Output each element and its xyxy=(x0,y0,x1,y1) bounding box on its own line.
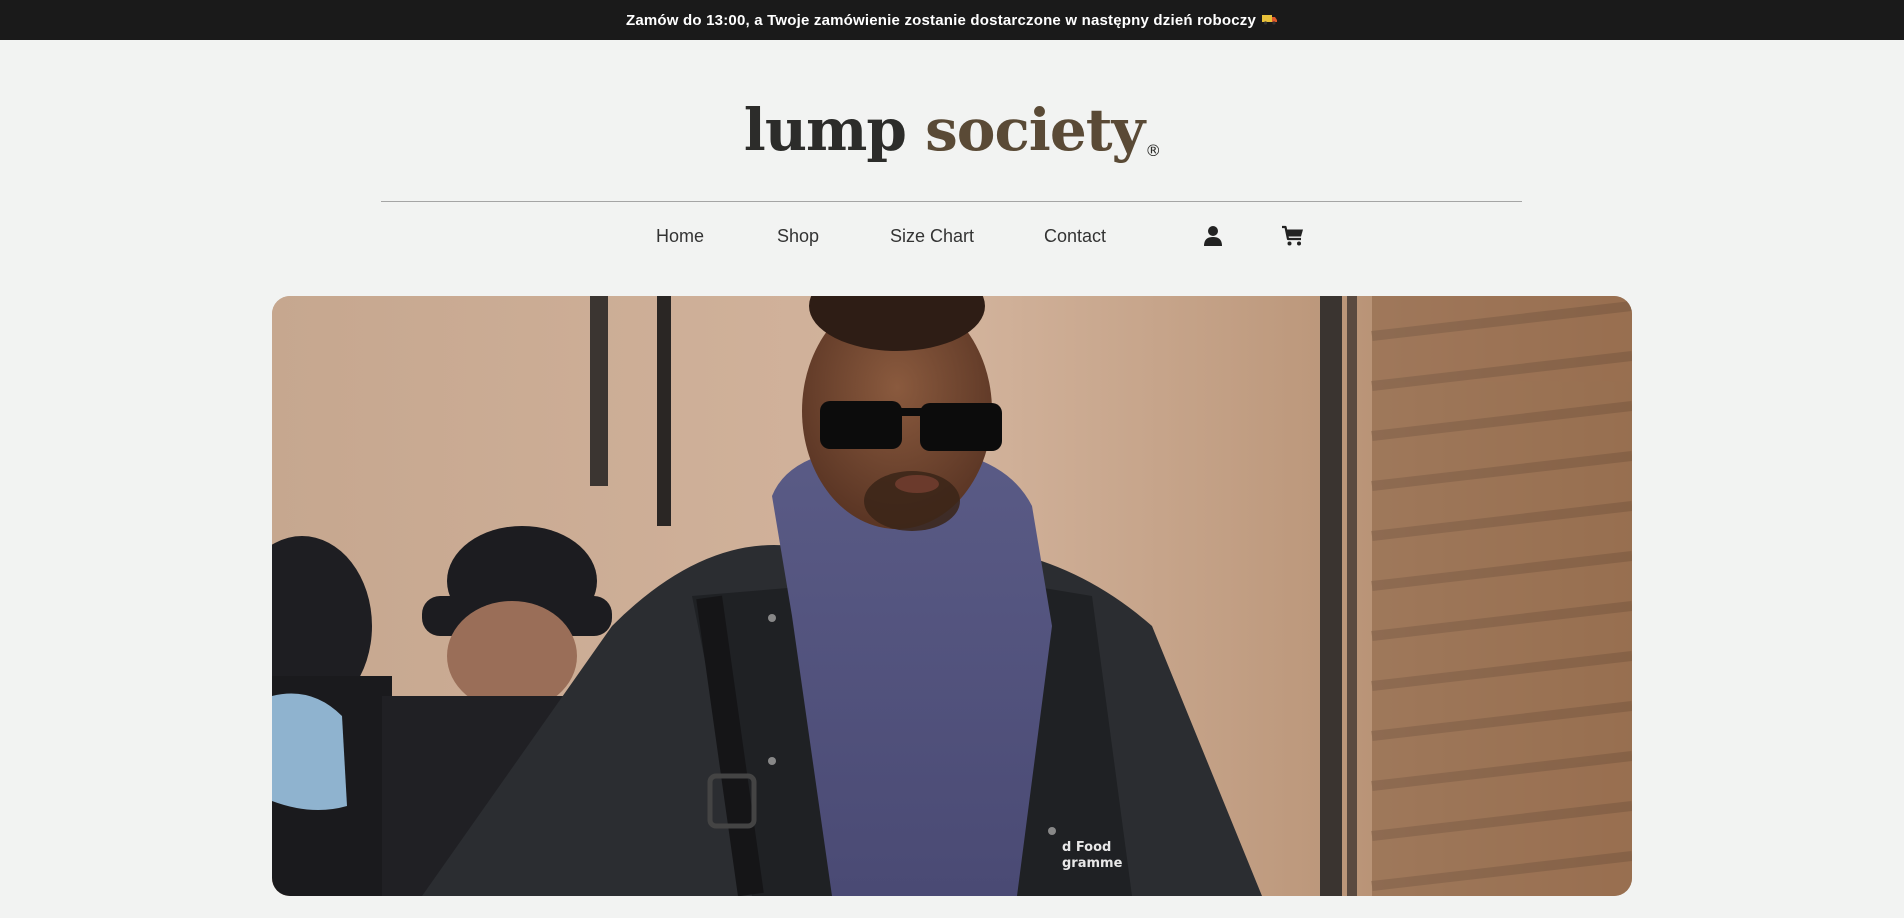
registered-mark: ® xyxy=(1145,141,1161,160)
delivery-truck-icon xyxy=(1262,12,1278,28)
header-divider xyxy=(381,201,1522,202)
hero-banner[interactable]: d Food gramme xyxy=(272,296,1632,896)
announcement-text: Zamów do 13:00, a Twoje zamówienie zosta… xyxy=(625,11,1257,29)
nav-item-size-chart[interactable]: Size Chart xyxy=(890,214,974,258)
svg-text:gramme: gramme xyxy=(1062,856,1123,871)
nav-item-shop[interactable]: Shop xyxy=(777,214,819,258)
logo-word-lump: lump xyxy=(743,96,907,164)
main-nav: Home Shop Size Chart Contact xyxy=(0,214,1904,258)
logo-word-society: society xyxy=(925,96,1145,164)
svg-text:d Food: d Food xyxy=(1062,840,1111,855)
user-icon[interactable] xyxy=(1201,224,1225,248)
site-header: lump society® Home Shop Size Chart Conta… xyxy=(0,40,1904,296)
cart-icon[interactable] xyxy=(1281,224,1305,248)
nav-item-contact[interactable]: Contact xyxy=(1044,214,1106,258)
hero-photo: d Food gramme xyxy=(272,296,1632,896)
nav-item-home[interactable]: Home xyxy=(656,214,704,258)
announcement-bar: Zamów do 13:00, a Twoje zamówienie zosta… xyxy=(0,0,1904,40)
site-logo[interactable]: lump society® xyxy=(0,98,1904,183)
